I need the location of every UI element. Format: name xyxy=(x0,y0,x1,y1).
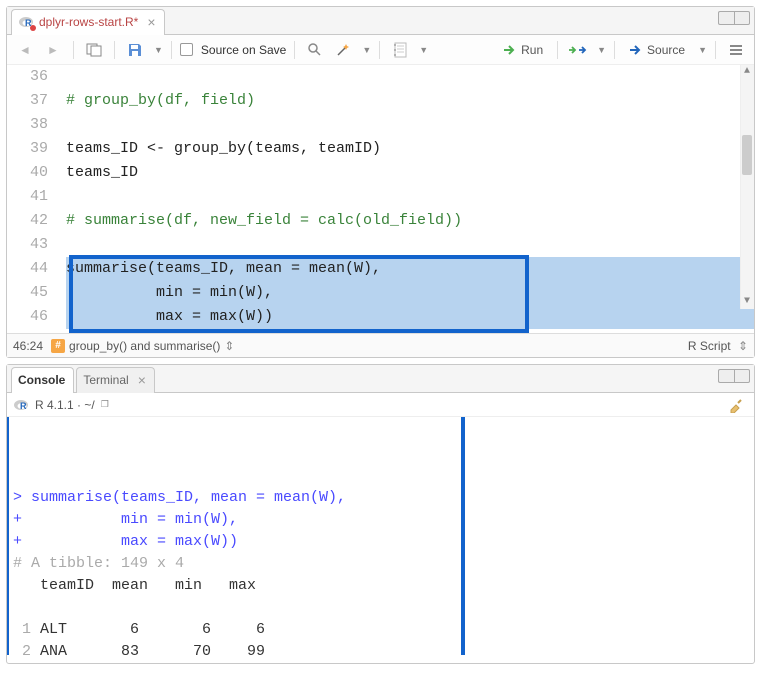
notebook-icon[interactable] xyxy=(388,39,412,61)
code-editor[interactable]: 3637383940414243444546 # group_by(df, fi… xyxy=(7,65,754,333)
source-on-save-label: Source on Save xyxy=(201,43,286,57)
scroll-up-icon[interactable]: ▲ xyxy=(740,65,754,79)
magic-wand-icon[interactable] xyxy=(331,39,355,61)
code-content[interactable]: # group_by(df, field)teams_ID <- group_b… xyxy=(62,65,754,333)
console-toolbar: R R 4.1.1 · ~/ ❐ xyxy=(7,393,754,417)
editor-tab-bar: R dplyr-rows-start.R* × xyxy=(7,7,754,35)
editor-pane: R dplyr-rows-start.R* × ◄ ► ▼ Source on … xyxy=(6,6,755,358)
source-on-save-checkbox[interactable] xyxy=(180,43,193,56)
console-tab-bar: Console Terminal × xyxy=(7,365,754,393)
scrollbar-thumb[interactable] xyxy=(742,135,752,175)
section-crumb[interactable]: # group_by() and summarise() ⇕ xyxy=(51,339,234,353)
file-tab[interactable]: R dplyr-rows-start.R* × xyxy=(11,9,165,35)
wand-dropdown-icon[interactable]: ▼ xyxy=(362,45,371,55)
run-arrow-icon xyxy=(503,44,517,56)
terminal-tab-label: Terminal xyxy=(83,373,128,387)
language-mode[interactable]: R Script ⇕ xyxy=(688,339,748,353)
r-file-icon: R xyxy=(18,14,34,30)
line-gutter: 3637383940414243444546 xyxy=(7,65,62,333)
console-pane: Console Terminal × R R 4.1.1 · ~/ ❐ > su… xyxy=(6,364,755,664)
source-button[interactable]: Source xyxy=(623,39,691,61)
find-icon[interactable] xyxy=(303,39,327,61)
section-label: group_by() and summarise() xyxy=(69,339,220,353)
back-icon[interactable]: ◄ xyxy=(13,39,37,61)
close-tab-icon[interactable]: × xyxy=(147,14,155,30)
r-session-icon: R xyxy=(13,397,29,413)
cursor-position: 46:24 xyxy=(13,339,43,353)
context-popup-icon[interactable]: ❐ xyxy=(101,399,109,410)
close-terminal-icon[interactable]: × xyxy=(138,372,146,388)
save-dropdown-icon[interactable]: ▼ xyxy=(154,45,163,55)
pane-window-controls[interactable] xyxy=(718,11,750,25)
section-hash-icon: # xyxy=(51,339,65,353)
console-window-controls[interactable] xyxy=(718,369,750,383)
forward-icon[interactable]: ► xyxy=(41,39,65,61)
source-arrow-icon xyxy=(629,44,643,56)
source-dropdown-icon[interactable]: ▼ xyxy=(698,45,707,55)
outline-icon[interactable] xyxy=(724,39,748,61)
section-updown-icon: ⇕ xyxy=(224,339,234,353)
svg-text:R: R xyxy=(20,401,27,411)
terminal-tab[interactable]: Terminal × xyxy=(76,367,155,393)
source-label: Source xyxy=(647,43,685,57)
console-tab-label: Console xyxy=(18,373,65,387)
console-context: R 4.1.1 · ~/ xyxy=(35,398,95,412)
clear-console-icon[interactable] xyxy=(724,394,748,416)
editor-toolbar: ◄ ► ▼ Source on Save ▼ ▼ Run xyxy=(7,35,754,65)
editor-scrollbar[interactable]: ▲ ▼ xyxy=(740,65,754,309)
console-tab[interactable]: Console xyxy=(11,367,74,393)
editor-status-bar: 46:24 # group_by() and summarise() ⇕ R S… xyxy=(7,333,754,357)
show-in-new-window-icon[interactable] xyxy=(82,39,106,61)
save-icon[interactable] xyxy=(123,39,147,61)
file-tab-label: dplyr-rows-start.R* xyxy=(39,15,138,29)
scroll-down-icon[interactable]: ▼ xyxy=(740,295,754,309)
rerun-icon[interactable] xyxy=(566,39,590,61)
run-label: Run xyxy=(521,43,543,57)
rerun-dropdown-icon[interactable]: ▼ xyxy=(597,45,606,55)
console-output[interactable]: > summarise(teams_ID, mean = mean(W),+ m… xyxy=(7,417,754,655)
run-button[interactable]: Run xyxy=(497,39,549,61)
notebook-dropdown-icon[interactable]: ▼ xyxy=(419,45,428,55)
